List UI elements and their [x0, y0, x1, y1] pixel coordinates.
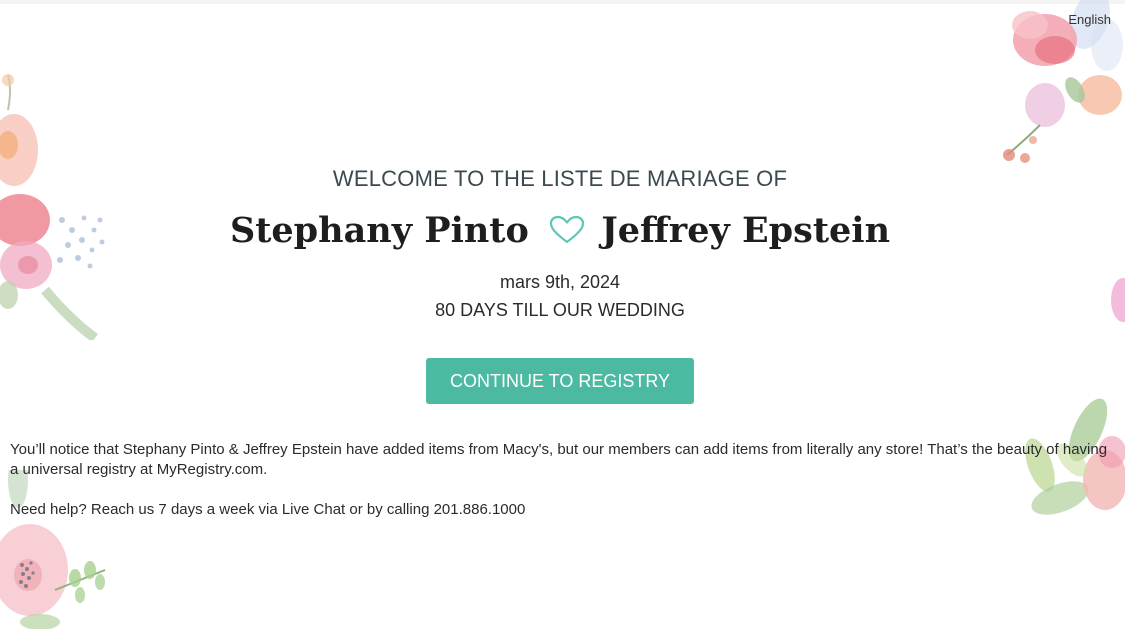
- continue-to-registry-button[interactable]: CONTINUE TO REGISTRY: [426, 358, 694, 404]
- couple-names: Stephany Pinto Jeffrey Epstein: [0, 210, 1120, 251]
- floral-decoration-bottom-left: [0, 470, 106, 629]
- top-divider: [0, 0, 1125, 4]
- registry-welcome-page: English WELCOME TO THE LISTE DE MARIAGE …: [0, 0, 1125, 629]
- partner-one-name: Stephany Pinto: [229, 210, 529, 251]
- wedding-countdown: 80 DAYS TILL OUR WEDDING: [435, 300, 685, 320]
- universal-registry-notice: You’ll notice that Stephany Pinto & Jeff…: [10, 441, 1108, 478]
- help-contact-text: Need help? Reach us 7 days a week via Li…: [10, 501, 526, 518]
- language-selector[interactable]: English: [1068, 12, 1111, 27]
- wedding-date: mars 9th, 2024: [499, 272, 621, 292]
- partner-two-name: Jeffrey Epstein: [601, 210, 891, 251]
- heart-outline-icon: [549, 215, 585, 244]
- welcome-heading: WELCOME TO THE LISTE DE MARIAGE OF: [332, 166, 788, 191]
